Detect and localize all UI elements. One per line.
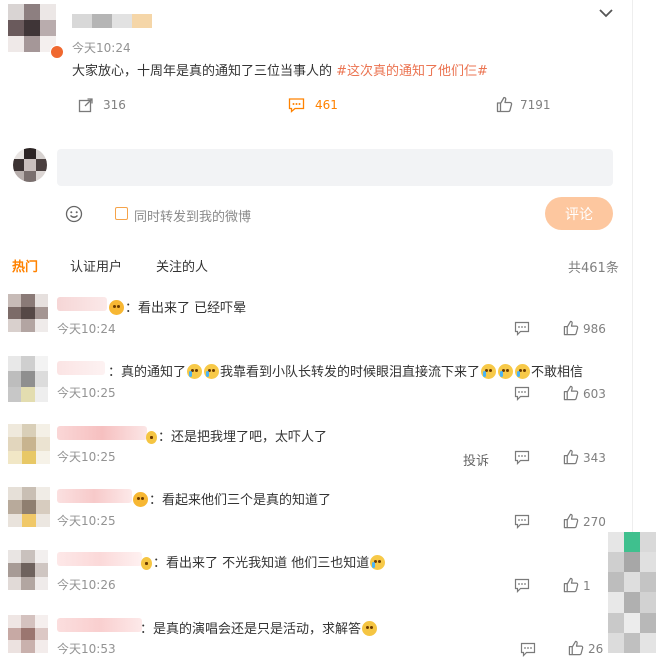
commenter-name[interactable] <box>57 297 107 311</box>
repost-count[interactable]: 316 <box>103 98 126 112</box>
page-edge-divider <box>632 0 633 532</box>
emoji-laughing-icon <box>362 621 378 636</box>
poster-avatar[interactable] <box>8 4 56 52</box>
reply-icon[interactable] <box>514 514 530 529</box>
comment-text-part-c: 不敢相信 <box>531 365 584 380</box>
like-icon[interactable] <box>563 577 579 593</box>
like-icon[interactable] <box>563 320 579 336</box>
commenter-name[interactable] <box>57 552 142 566</box>
comment-text: ：还是把我埋了吧，太吓人了 <box>145 426 327 445</box>
tab-hot[interactable]: 热门 <box>12 256 38 275</box>
comment-time: 今天10:53 <box>57 642 116 656</box>
repost-checkbox[interactable] <box>115 207 128 220</box>
like-count[interactable]: 7191 <box>520 98 551 112</box>
reply-icon[interactable] <box>520 642 536 657</box>
like-icon[interactable] <box>496 96 513 113</box>
comment-text-part-a: ：真的通知了 <box>108 365 187 380</box>
commenter-name[interactable] <box>57 361 105 375</box>
blurred-side-image <box>608 532 656 653</box>
like-icon[interactable] <box>563 385 579 401</box>
like-icon[interactable] <box>563 449 579 465</box>
comment-text-part-b: 我靠看到小队长转发的时候眼泪直接流下来了 <box>220 365 481 380</box>
commenter-avatar[interactable] <box>8 424 50 464</box>
comment-time: 今天10:26 <box>57 578 116 592</box>
reply-icon[interactable] <box>514 321 530 336</box>
like-icon[interactable] <box>563 513 579 529</box>
emoji-crying-icon <box>481 364 497 379</box>
comment-icon[interactable] <box>288 97 305 113</box>
comment-like-count[interactable]: 343 <box>583 451 606 465</box>
tab-verified[interactable]: 认证用户 <box>70 256 122 275</box>
submit-comment-button[interactable]: 评论 <box>545 197 613 230</box>
comment-text-body: ：看出来了 已经吓晕 <box>125 301 247 316</box>
comment-text: ：看起来他们三个是真的知道了 <box>132 489 331 508</box>
poster-name[interactable] <box>72 14 152 28</box>
commenter-name[interactable] <box>57 489 132 503</box>
comment-like-count[interactable]: 986 <box>583 322 606 336</box>
comment-input[interactable] <box>57 149 613 186</box>
my-avatar <box>13 148 47 182</box>
comment-text-body: ：看起来他们三个是真的知道了 <box>149 493 332 508</box>
emoji-crying-icon <box>498 364 514 379</box>
post-text: 大家放心，十周年是真的通知了三位当事人的 #这次真的通知了他们仨# <box>72 60 488 79</box>
comment-text: ：真的通知了 我靠看到小队长转发的时候眼泪直接流下来了 不敢相信 <box>108 361 583 380</box>
comment-time: 今天10:25 <box>57 386 116 400</box>
tab-following[interactable]: 关注的人 <box>156 256 208 275</box>
emoji-heart-eyes-icon <box>109 300 124 315</box>
reply-icon[interactable] <box>514 450 530 465</box>
post-text-body: 大家放心，十周年是真的通知了三位当事人的 <box>72 64 337 79</box>
comment-count[interactable]: 461 <box>315 98 338 112</box>
post-time: 今天10:24 <box>72 41 131 55</box>
emoji-crying-icon <box>515 364 531 379</box>
comment-time: 今天10:25 <box>57 450 116 464</box>
collapse-chevron-icon[interactable] <box>598 4 614 18</box>
comment-text: ：看出来了 已经吓晕 <box>108 297 246 316</box>
report-link[interactable]: 投诉 <box>463 450 489 469</box>
total-comments: 共461条 <box>568 261 619 276</box>
emoji-heart-eyes-icon <box>133 492 148 507</box>
comment-text-body: ：还是把我埋了吧，太吓人了 <box>158 430 328 445</box>
emoji-crying-icon <box>370 555 386 570</box>
commenter-name[interactable] <box>57 426 147 440</box>
emoji-crying-icon <box>187 364 203 379</box>
emoji-face-icon <box>141 557 152 570</box>
emoji-picker-icon[interactable] <box>65 205 83 223</box>
commenter-avatar[interactable] <box>8 615 48 653</box>
comment-like-count[interactable]: 270 <box>583 515 606 529</box>
emoji-crying-icon <box>204 364 220 379</box>
reply-icon[interactable] <box>514 386 530 401</box>
verified-badge-icon <box>50 45 64 59</box>
post-hashtag[interactable]: #这次真的通知了他们仨# <box>336 64 488 79</box>
reply-icon[interactable] <box>514 578 530 593</box>
commenter-avatar[interactable] <box>8 294 48 332</box>
comment-time: 今天10:24 <box>57 322 116 336</box>
commenter-avatar[interactable] <box>8 550 48 590</box>
comment-text-body: ：是真的演唱会还是只是活动，求解答 <box>140 622 362 637</box>
like-icon[interactable] <box>568 640 584 656</box>
comment-like-count[interactable]: 26 <box>588 642 603 656</box>
submit-comment-label: 评论 <box>565 206 593 223</box>
comment-time: 今天10:25 <box>57 514 116 528</box>
commenter-avatar[interactable] <box>8 487 50 527</box>
comment-text: ：是真的演唱会还是只是活动，求解答 <box>140 618 378 637</box>
repost-icon[interactable] <box>78 97 94 113</box>
repost-option-label[interactable]: 同时转发到我的微博 <box>134 206 251 225</box>
emoji-face-icon <box>146 431 157 444</box>
comment-text-body: ：看出来了 不光我知道 他们三也知道 <box>153 556 370 571</box>
comment-like-count[interactable]: 603 <box>583 387 606 401</box>
comment-text: ：看出来了 不光我知道 他们三也知道 <box>140 552 386 571</box>
commenter-name[interactable] <box>57 618 142 632</box>
commenter-avatar[interactable] <box>8 356 48 402</box>
comment-like-count[interactable]: 1 <box>583 579 591 593</box>
